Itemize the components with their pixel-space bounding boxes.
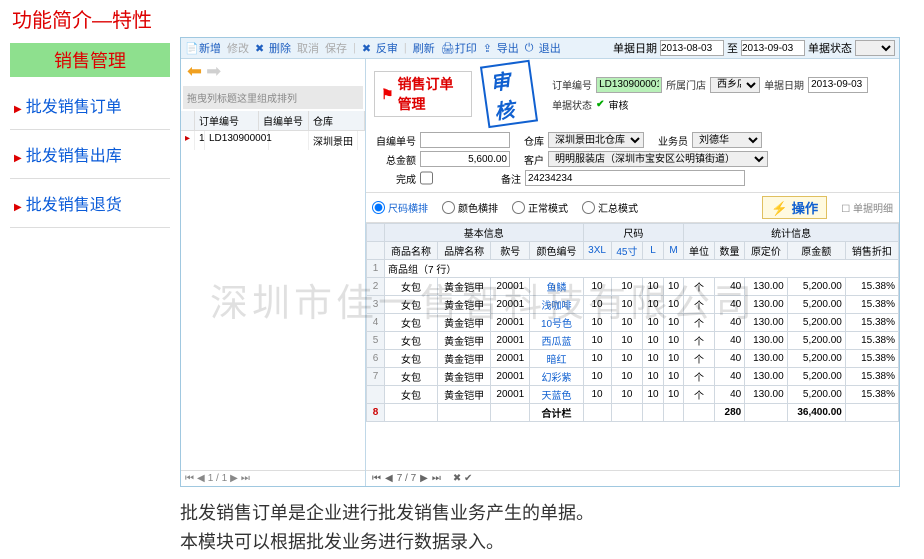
col-order-no[interactable]: 订单编号: [195, 111, 259, 130]
clerk-select[interactable]: 刘德华: [692, 132, 762, 148]
table-row[interactable]: 女包黄金铠甲20001天蓝色10101010个40130.005,200.001…: [367, 386, 899, 404]
warehouse-select[interactable]: 深圳景田北仓库: [548, 132, 644, 148]
detail-link[interactable]: ☐ 单据明细: [841, 200, 893, 215]
lightning-icon: ⚡: [771, 201, 788, 216]
back-arrow-icon[interactable]: ⬅: [187, 61, 202, 82]
export-button[interactable]: ⇪导出: [483, 40, 519, 56]
grid-pager[interactable]: ⏮◀7 / 7▶⏭ ✖ ✔: [366, 470, 899, 486]
customer-select[interactable]: 明明服装店（深圳市宝安区公明镇街道）: [548, 151, 768, 167]
delete-icon: ✖: [255, 42, 267, 54]
delete-button[interactable]: ✖删除: [255, 40, 291, 56]
order-form: 自编单号 仓库 深圳景田北仓库 业务员 刘德华 总金额 客户 明明服装店（深圳市…: [366, 129, 899, 192]
mode-color-h[interactable]: 颜色横排: [442, 200, 498, 215]
export-icon: ⇪: [483, 42, 495, 54]
date-from-input[interactable]: [660, 40, 724, 56]
order-list-pager[interactable]: ⏮◀1 / 1▶⏭: [181, 470, 365, 486]
new-icon: 📄: [185, 42, 197, 54]
mode-normal[interactable]: 正常模式: [512, 200, 568, 215]
nav-item-order[interactable]: 批发销售订单: [10, 81, 170, 130]
uncheck-icon: ✖: [362, 42, 374, 54]
cancel-button[interactable]: 取消: [297, 40, 319, 56]
approve-check-icon[interactable]: ✔: [596, 99, 604, 110]
mode-size-h[interactable]: 尺码横排: [372, 200, 428, 215]
order-no-input[interactable]: [596, 77, 662, 93]
date-label: 单据日期: [613, 40, 657, 56]
date-to-input[interactable]: [741, 40, 805, 56]
toolbar: 📄新增 修改 ✖删除 取消 保存 | ✖反审 | 刷新 🖨打印 ⇪导出 ⏻退出 …: [181, 38, 899, 59]
nav-header: 销售管理: [10, 43, 170, 77]
status-label: 单据状态: [808, 40, 852, 56]
remark-input[interactable]: [525, 170, 745, 186]
flag-icon: ⚑: [381, 86, 394, 103]
app-window: 📄新增 修改 ✖删除 取消 保存 | ✖反审 | 刷新 🖨打印 ⇪导出 ⏻退出 …: [180, 37, 900, 487]
print-icon: 🖨: [441, 42, 453, 54]
status-select[interactable]: [855, 40, 895, 56]
row-indicator-icon: ▸: [181, 131, 195, 150]
order-list-panel: ⬅ ➡ 拖曳列标题这里组成排列 订单编号 自编单号 仓库 ▸ 1 LD13090…: [181, 59, 366, 486]
col-warehouse[interactable]: 仓库: [309, 111, 365, 130]
exit-button[interactable]: ⏻退出: [525, 40, 561, 56]
mode-summary[interactable]: 汇总模式: [582, 200, 638, 215]
nav-item-outbound[interactable]: 批发销售出库: [10, 130, 170, 179]
print-button[interactable]: 🖨打印: [441, 40, 477, 56]
table-row[interactable]: 2女包黄金铠甲20001鱼鳞10101010个40130.005,200.001…: [367, 278, 899, 296]
doc-date-input[interactable]: [808, 77, 868, 93]
approve-stamp: 审核: [480, 60, 538, 128]
edit-button[interactable]: 修改: [227, 40, 249, 56]
table-row[interactable]: 7女包黄金铠甲20001幻彩紫10101010个40130.005,200.00…: [367, 368, 899, 386]
order-list-row[interactable]: ▸ 1 LD130900001 深圳景田: [181, 131, 365, 150]
nav-item-return[interactable]: 批发销售退货: [10, 179, 170, 228]
module-title: ⚑ 销售订单管理: [374, 71, 472, 117]
uncheck-button[interactable]: ✖反审: [362, 40, 398, 56]
new-button[interactable]: 📄新增: [185, 40, 221, 56]
table-row[interactable]: 5女包黄金铠甲20001西瓜蓝10101010个40130.005,200.00…: [367, 332, 899, 350]
save-button[interactable]: 保存: [325, 40, 347, 56]
refresh-button[interactable]: 刷新: [413, 40, 435, 56]
exit-icon: ⏻: [525, 42, 537, 54]
total-input[interactable]: [420, 151, 510, 167]
table-row[interactable]: 3女包黄金铠甲20001浅咖啡10101010个40130.005,200.00…: [367, 296, 899, 314]
footer-text: 批发销售订单是企业进行批发销售业务产生的单据。 本模块可以根据批发业务进行数据录…: [0, 487, 924, 557]
table-row[interactable]: 6女包黄金铠甲20001暗红10101010个40130.005,200.001…: [367, 350, 899, 368]
col-custom-no[interactable]: 自编单号: [259, 111, 309, 130]
table-row[interactable]: 4女包黄金铠甲2000110号色10101010个40130.005,200.0…: [367, 314, 899, 332]
page-title: 功能简介—特性: [0, 0, 924, 37]
action-button[interactable]: ⚡ 操作: [762, 196, 827, 219]
grouping-hint: 拖曳列标题这里组成排列: [183, 86, 363, 109]
detail-grid[interactable]: 基本信息 尺码 统计信息 商品名称品牌名称款号颜色编号 3XL45寸LM 单位数…: [366, 223, 899, 422]
store-select[interactable]: 西乡店: [710, 77, 760, 93]
custom-no-input[interactable]: [420, 132, 510, 148]
done-checkbox[interactable]: [420, 170, 433, 186]
forward-arrow-icon[interactable]: ➡: [206, 61, 221, 82]
